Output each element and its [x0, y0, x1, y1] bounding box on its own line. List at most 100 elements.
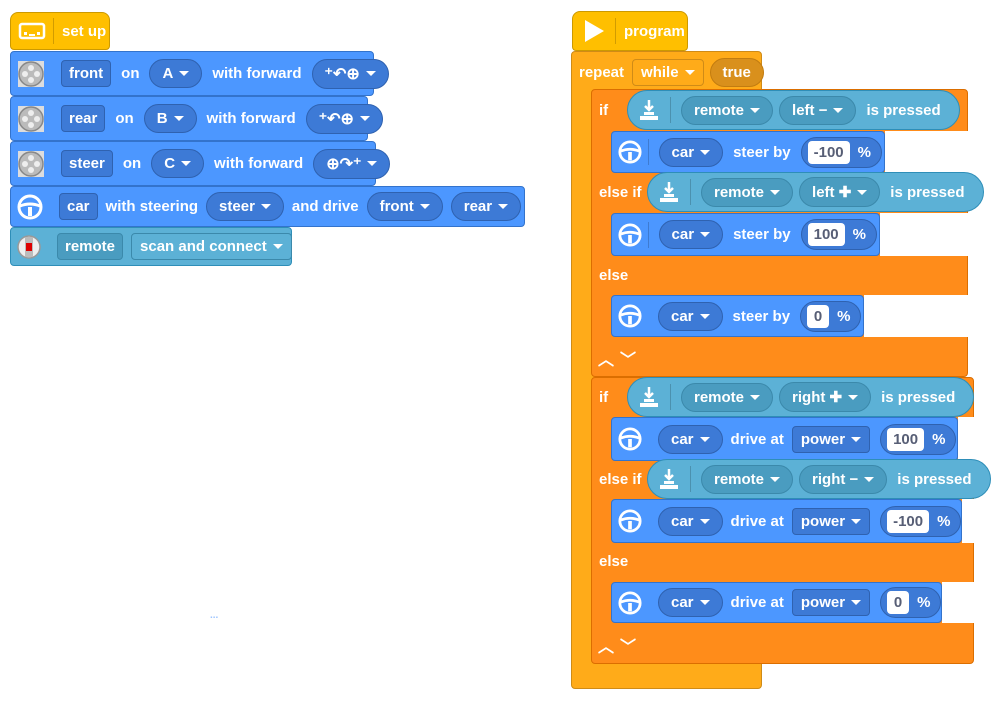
drive-block[interactable]: car drive at power -100% [611, 499, 962, 543]
remote-action-dropdown[interactable]: scan and connect [131, 233, 292, 260]
button-pressed-condition[interactable]: remote left ✚ is pressed [647, 172, 984, 212]
chevron-down-icon[interactable]: ﹀ [620, 633, 636, 657]
device-dropdown[interactable]: remote [701, 464, 794, 494]
repeat-mode-dropdown[interactable]: while [632, 58, 704, 86]
separator [690, 179, 691, 205]
chevron-down-icon [864, 476, 875, 482]
car-dropdown[interactable]: car [658, 137, 724, 167]
steer-value-input[interactable]: 100 [807, 223, 845, 246]
else-if-keyword: else if [599, 470, 642, 488]
car-dropdown[interactable]: car [658, 220, 724, 249]
ellipsis-indicator: ... [210, 610, 219, 621]
device-dropdown[interactable]: remote [681, 95, 774, 125]
setup-hat-label: set up [62, 22, 107, 40]
steer-block[interactable]: car steer by 0% [611, 295, 864, 337]
port-dropdown[interactable]: B [143, 104, 197, 133]
motor-block-front[interactable]: front on A with forward ⁺↶⊕ [10, 51, 389, 96]
separator [648, 221, 649, 248]
repeat-label: repeat [579, 63, 625, 81]
steer-value-field[interactable]: -100% [800, 136, 882, 168]
condition-true[interactable]: true [709, 57, 764, 87]
button-dropdown[interactable]: left − [779, 95, 857, 125]
motor-name-variable[interactable]: steer [61, 150, 113, 177]
car-block[interactable]: car with steering steer and drive front … [10, 186, 549, 227]
motor-name-variable[interactable]: rear [61, 105, 106, 132]
drive-motor-2-dropdown[interactable]: rear [450, 192, 522, 221]
chevron-left-icon[interactable]: ❮ [529, 192, 549, 221]
steering-motor-dropdown[interactable]: steer [206, 192, 284, 221]
device-dropdown[interactable]: remote [681, 382, 774, 412]
drive-motor-1-dropdown[interactable]: front [366, 192, 443, 221]
power-value-field[interactable]: 0% [880, 587, 942, 618]
button-dropdown[interactable]: right ✚ [779, 382, 872, 412]
chevron-up-icon[interactable]: ︿ [598, 346, 614, 370]
chevron-down-icon [419, 204, 430, 209]
is-pressed-label: is pressed [866, 101, 941, 119]
power-value-input[interactable]: 100 [887, 427, 925, 451]
remote-block[interactable]: remote scan and connect [10, 227, 292, 266]
chevron-down-icon [848, 394, 859, 400]
power-value-input[interactable]: 0 [887, 591, 910, 614]
separator [615, 18, 616, 44]
steering-wheel-icon [618, 424, 642, 454]
repeat-mode-value: while [641, 63, 679, 81]
on-label: on [115, 110, 134, 127]
chevron-down-icon [833, 107, 844, 113]
percent-label: % [852, 226, 866, 243]
drive-block[interactable]: car drive at power 100% [611, 417, 958, 461]
drive-block[interactable]: car drive at power 0% [611, 582, 942, 623]
on-label: on [122, 155, 142, 172]
motor-block-rear[interactable]: rear on B with forward ⁺↶⊕ [10, 96, 383, 141]
if-keyword: if [599, 101, 609, 119]
port-dropdown[interactable]: C [151, 149, 205, 178]
drive-mode-dropdown[interactable]: power [791, 589, 871, 616]
steer-block[interactable]: car steer by -100% [611, 131, 885, 173]
port-dropdown[interactable]: A [149, 59, 203, 88]
power-value-field[interactable]: 100% [880, 423, 957, 455]
motor-block-steer[interactable]: steer on C with forward ⊕↷⁺ [10, 141, 391, 186]
gap [885, 131, 969, 173]
drive-mode-dropdown[interactable]: power [791, 507, 871, 535]
car-value: car [671, 307, 694, 325]
device-dropdown[interactable]: remote [701, 177, 794, 207]
button-dropdown[interactable]: left ✚ [799, 177, 881, 207]
chevron-up-icon[interactable]: ︿ [598, 633, 614, 657]
button-pressed-condition[interactable]: remote left − is pressed [627, 90, 960, 130]
button-pressed-condition[interactable]: remote right ✚ is pressed [627, 377, 975, 417]
separator [690, 466, 691, 492]
program-hat-block[interactable]: program [572, 11, 688, 51]
direction-dropdown[interactable]: ⁺↶⊕ [305, 103, 383, 134]
separator [648, 139, 649, 165]
car-dropdown[interactable]: car [658, 506, 723, 536]
button-dropdown[interactable]: right − [799, 464, 888, 494]
chevron-down-icon[interactable]: ﹀ [620, 346, 636, 370]
car-name-variable[interactable]: car [59, 193, 98, 220]
steer-value-field[interactable]: 0% [800, 300, 862, 332]
power-value-field[interactable]: -100% [880, 505, 962, 537]
motor-icon [17, 59, 45, 89]
button-pressed-condition[interactable]: remote right − is pressed [647, 459, 991, 499]
steering-wheel-icon [618, 506, 642, 536]
setup-hat-block[interactable]: set up [10, 12, 110, 50]
car-dropdown[interactable]: car [658, 424, 723, 454]
chevron-down-icon [359, 116, 370, 121]
drive-mode-value: power [800, 594, 846, 611]
motor-name-variable[interactable]: front [61, 60, 112, 87]
steering-wheel-icon [17, 192, 43, 222]
port-value: A [162, 65, 174, 82]
steer-block[interactable]: car steer by 100% [611, 213, 880, 256]
car-dropdown[interactable]: car [658, 301, 723, 331]
drive-mode-dropdown[interactable]: power [791, 425, 871, 453]
chevron-down-icon [750, 107, 761, 113]
car-dropdown[interactable]: car [658, 588, 723, 617]
gap [942, 582, 975, 623]
button-value: left − [792, 101, 828, 119]
direction-dropdown[interactable]: ⁺↶⊕ [311, 58, 389, 89]
direction-dropdown[interactable]: ⊕↷⁺ [313, 148, 391, 179]
steer-value-input[interactable]: 0 [807, 304, 830, 328]
steer-value-input[interactable]: -100 [807, 140, 850, 164]
remote-name-variable[interactable]: remote [57, 233, 124, 260]
power-value-input[interactable]: -100 [887, 509, 930, 533]
steer-value-field[interactable]: 100% [800, 219, 877, 250]
button-press-icon [654, 177, 684, 207]
